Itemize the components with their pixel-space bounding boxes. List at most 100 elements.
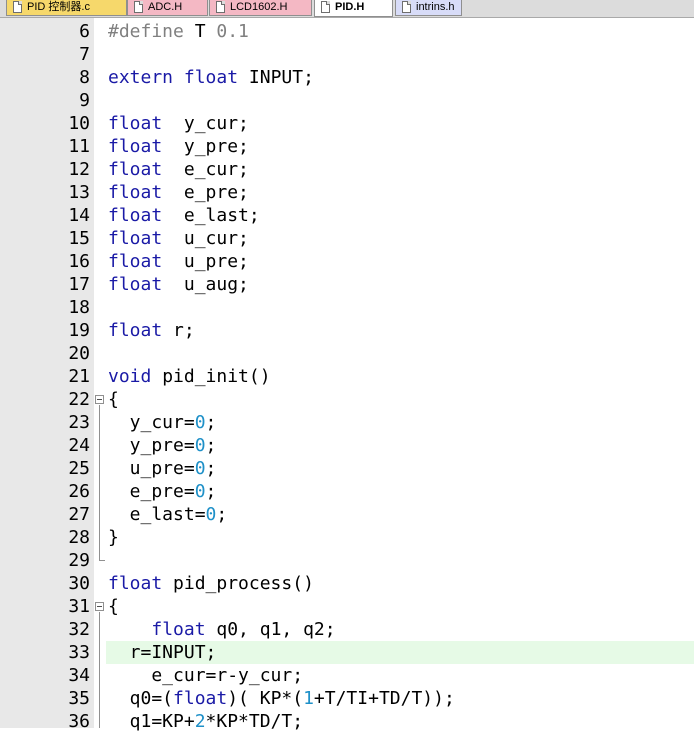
line-number: 24	[68, 435, 90, 456]
code-line[interactable]: q0=(float)( KP*(1+T/TI+TD/T));	[108, 687, 455, 710]
code-token: e_cur=r-y_cur;	[108, 665, 304, 686]
file-icon	[216, 1, 225, 13]
code-line[interactable]: e_cur=r-y_cur;	[108, 664, 303, 687]
code-line[interactable]: #define T 0.1	[108, 20, 249, 43]
fold-guide	[99, 405, 100, 561]
code-line[interactable]: q1=KP+2*KP*TD/T;	[108, 710, 303, 733]
code-token: ;	[205, 481, 217, 502]
line-number: 29	[68, 550, 90, 571]
keyword-token: float	[108, 274, 163, 295]
code-line[interactable]: y_pre=0;	[108, 434, 217, 457]
line-number: 9	[79, 90, 90, 111]
file-icon	[321, 1, 330, 13]
code-line[interactable]: {	[108, 388, 119, 411]
code-line[interactable]: float r;	[108, 319, 195, 342]
line-number: 20	[68, 343, 90, 364]
line-number: 28	[68, 527, 90, 548]
code-line[interactable]: float pid_process()	[108, 572, 314, 595]
line-number: 35	[68, 688, 90, 709]
keyword-token: float	[108, 205, 163, 226]
code-token: }	[108, 527, 119, 548]
code-line[interactable]: float y_pre;	[108, 135, 249, 158]
file-icon	[13, 1, 22, 13]
tab-label: LCD1602.H	[230, 1, 288, 13]
code-line[interactable]: y_cur=0;	[108, 411, 217, 434]
code-token: )( KP*(	[227, 688, 304, 709]
keyword-token: float	[173, 688, 228, 709]
code-token: pid_init()	[151, 366, 271, 387]
keyword-token: float	[108, 136, 163, 157]
code-token: q0, q1, q2;	[205, 619, 336, 640]
code-token: *KP*TD/T;	[205, 711, 304, 732]
number-token: 2	[194, 711, 206, 732]
line-number: 31	[68, 596, 90, 617]
line-number: 16	[68, 251, 90, 272]
code-token: e_pre;	[162, 182, 249, 203]
code-line[interactable]: float y_cur;	[108, 112, 249, 135]
file-tab-bar: PID 控制器.c ADC.H LCD1602.H PID.H intrins.h	[0, 0, 694, 18]
tab-label: PID 控制器.c	[27, 1, 90, 13]
code-line[interactable]: float u_aug;	[108, 273, 249, 296]
line-number: 18	[68, 297, 90, 318]
preprocessor-token: #define	[108, 21, 184, 42]
code-token: {	[108, 596, 119, 617]
code-line[interactable]: float e_pre;	[108, 181, 249, 204]
code-line[interactable]: float e_last;	[108, 204, 260, 227]
tab-label: PID.H	[335, 1, 365, 13]
code-line[interactable]: void pid_init()	[108, 365, 271, 388]
code-line[interactable]: float u_pre;	[108, 250, 249, 273]
line-number: 10	[68, 113, 90, 134]
code-line[interactable]: extern float INPUT;	[108, 66, 314, 89]
code-token: q1=KP+	[108, 711, 195, 732]
code-token: u_pre=	[108, 458, 195, 479]
fold-toggle-icon[interactable]	[95, 602, 104, 611]
line-number: 13	[68, 182, 90, 203]
code-token: y_pre=	[108, 435, 195, 456]
line-number: 7	[79, 44, 90, 65]
code-token: y_cur=	[108, 412, 195, 433]
tab-pid-h[interactable]: PID.H	[314, 0, 393, 17]
code-line[interactable]: e_pre=0;	[108, 480, 217, 503]
code-token: u_pre;	[162, 251, 249, 272]
keyword-token: float	[108, 251, 163, 272]
code-line[interactable]: r=INPUT;	[108, 641, 217, 664]
line-number: 6	[79, 21, 90, 42]
line-number: 12	[68, 159, 90, 180]
keyword-token: float	[151, 619, 206, 640]
code-token: r;	[162, 320, 195, 341]
code-line[interactable]: float e_cur;	[108, 158, 249, 181]
line-number: 30	[68, 573, 90, 594]
code-token: q0=(	[108, 688, 174, 709]
fold-toggle-icon[interactable]	[95, 395, 104, 404]
code-line[interactable]: {	[108, 595, 119, 618]
tab-label: intrins.h	[416, 1, 455, 13]
code-token: e_cur;	[162, 159, 249, 180]
line-number: 25	[68, 458, 90, 479]
line-number: 33	[68, 642, 90, 663]
keyword-token: float	[108, 113, 163, 134]
line-number: 23	[68, 412, 90, 433]
tab-intrins-h[interactable]: intrins.h	[395, 0, 462, 16]
file-icon	[134, 1, 143, 13]
keyword-token: float	[108, 573, 163, 594]
fold-guide	[99, 612, 100, 728]
line-number: 19	[68, 320, 90, 341]
tab-lcd1602-h[interactable]: LCD1602.H	[209, 0, 312, 16]
tab-pid-c[interactable]: PID 控制器.c	[6, 0, 127, 16]
line-number: 27	[68, 504, 90, 525]
number-token: 0	[194, 458, 206, 479]
code-token: e_pre=	[108, 481, 195, 502]
line-number: 14	[68, 205, 90, 226]
code-token: y_pre;	[162, 136, 249, 157]
fold-guide-end	[99, 560, 105, 561]
code-line[interactable]: e_last=0;	[108, 503, 228, 526]
code-line[interactable]: u_pre=0;	[108, 457, 217, 480]
code-token: y_cur;	[162, 113, 249, 134]
code-line[interactable]: float u_cur;	[108, 227, 249, 250]
code-line[interactable]: float q0, q1, q2;	[108, 618, 336, 641]
code-line[interactable]: }	[108, 526, 119, 549]
tab-adc-h[interactable]: ADC.H	[127, 0, 208, 16]
line-number: 15	[68, 228, 90, 249]
